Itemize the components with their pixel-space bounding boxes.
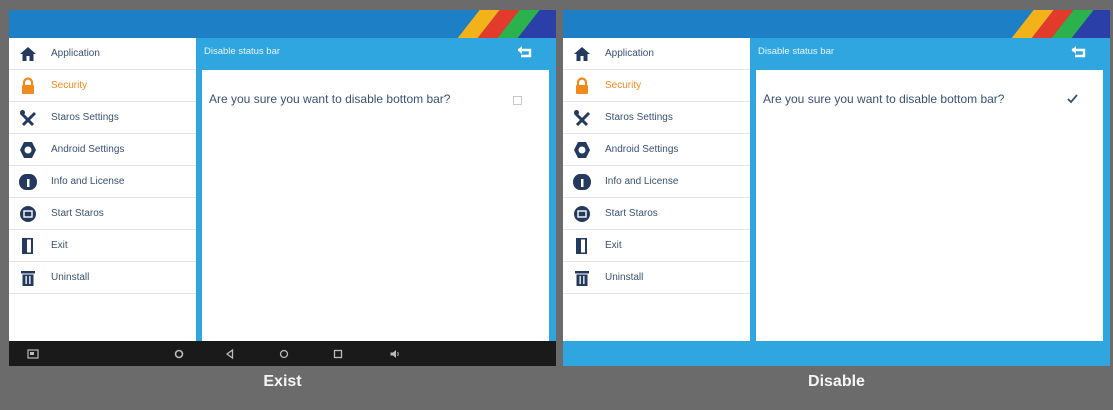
sidebar-item-application[interactable]: Application [9, 38, 196, 70]
sidebar: Application Security Staros Settings And… [9, 38, 196, 341]
screen-disable: Application Security Staros Settings And… [563, 10, 1110, 366]
gear-icon [573, 141, 591, 159]
sidebar-item-security[interactable]: Security [9, 70, 196, 102]
content-header: Disable status bar [750, 38, 1110, 70]
hidden-navigation-bar [563, 341, 1110, 366]
sidebar-item-label: Info and License [605, 176, 679, 187]
sidebar-item-label: Uninstall [51, 272, 90, 283]
sidebar-item-application[interactable]: Application [563, 38, 750, 70]
sidebar-item-android-settings[interactable]: Android Settings [9, 134, 196, 166]
tools-icon [19, 109, 37, 127]
page-title: Disable status bar [758, 46, 835, 57]
disable-bottom-bar-checkbox[interactable] [513, 96, 522, 105]
sidebar-item-android-settings[interactable]: Android Settings [563, 134, 750, 166]
sidebar-item-label: Exit [605, 240, 622, 251]
sidebar-item-uninstall[interactable]: Uninstall [563, 262, 750, 294]
lock-icon [19, 76, 37, 95]
sidebar-item-info-license[interactable]: Info and License [563, 166, 750, 198]
info-icon [19, 173, 37, 191]
sidebar-item-security[interactable]: Security [563, 70, 750, 102]
home-nav-icon[interactable] [278, 347, 290, 359]
top-bar [563, 10, 1110, 38]
sidebar-item-label: Staros Settings [51, 112, 119, 123]
content-panel: Are you sure you want to disable bottom … [202, 70, 549, 341]
sidebar-item-label: Staros Settings [605, 112, 673, 123]
page-title: Disable status bar [204, 46, 281, 57]
android-navigation-bar [9, 341, 556, 366]
back-arrow-icon[interactable] [1070, 44, 1088, 62]
sidebar-item-label: Android Settings [51, 144, 125, 155]
launch-icon [573, 205, 591, 223]
sidebar: Application Security Staros Settings And… [563, 38, 750, 341]
top-bar [9, 10, 556, 38]
screen-exist: Application Security Staros Settings And… [9, 10, 556, 366]
screenshot-icon[interactable] [27, 347, 39, 359]
sidebar-item-label: Android Settings [605, 144, 679, 155]
recents-nav-icon[interactable] [332, 347, 344, 359]
confirm-question: Are you sure you want to disable bottom … [209, 92, 451, 106]
settings-icon[interactable] [173, 347, 185, 359]
trash-icon [573, 269, 591, 287]
sidebar-item-info-license[interactable]: Info and License [9, 166, 196, 198]
sidebar-item-label: Application [605, 48, 654, 59]
caption-disable: Disable [808, 373, 865, 390]
sidebar-item-exit[interactable]: Exit [563, 230, 750, 262]
sidebar-item-label: Start Staros [605, 208, 658, 219]
content-panel: Are you sure you want to disable bottom … [756, 70, 1103, 341]
home-icon [19, 45, 37, 63]
sidebar-item-label: Uninstall [605, 272, 644, 283]
sidebar-item-start-staros[interactable]: Start Staros [563, 198, 750, 230]
confirm-question: Are you sure you want to disable bottom … [763, 92, 1005, 106]
caption-exist: Exist [263, 373, 302, 390]
door-icon [573, 237, 591, 255]
trash-icon [19, 269, 37, 287]
checkmark-icon[interactable] [1066, 92, 1079, 105]
sidebar-item-label: Exit [51, 240, 68, 251]
sidebar-item-staros-settings[interactable]: Staros Settings [563, 102, 750, 134]
sidebar-item-label: Security [605, 80, 642, 91]
back-nav-icon[interactable] [224, 347, 236, 360]
sidebar-item-uninstall[interactable]: Uninstall [9, 262, 196, 294]
info-icon [573, 173, 591, 191]
sidebar-item-start-staros[interactable]: Start Staros [9, 198, 196, 230]
launch-icon [19, 205, 37, 223]
back-arrow-icon[interactable] [516, 44, 534, 62]
gear-icon [19, 141, 37, 159]
tools-icon [573, 109, 591, 127]
sidebar-item-label: Info and License [51, 176, 125, 187]
sidebar-item-label: Start Staros [51, 208, 104, 219]
sidebar-item-label: Security [51, 80, 88, 91]
door-icon [19, 237, 37, 255]
home-icon [573, 45, 591, 63]
sidebar-item-staros-settings[interactable]: Staros Settings [9, 102, 196, 134]
sidebar-item-label: Application [51, 48, 100, 59]
lock-icon [573, 76, 591, 95]
content-header: Disable status bar [196, 38, 556, 70]
volume-icon[interactable] [389, 347, 401, 359]
sidebar-item-exit[interactable]: Exit [9, 230, 196, 262]
